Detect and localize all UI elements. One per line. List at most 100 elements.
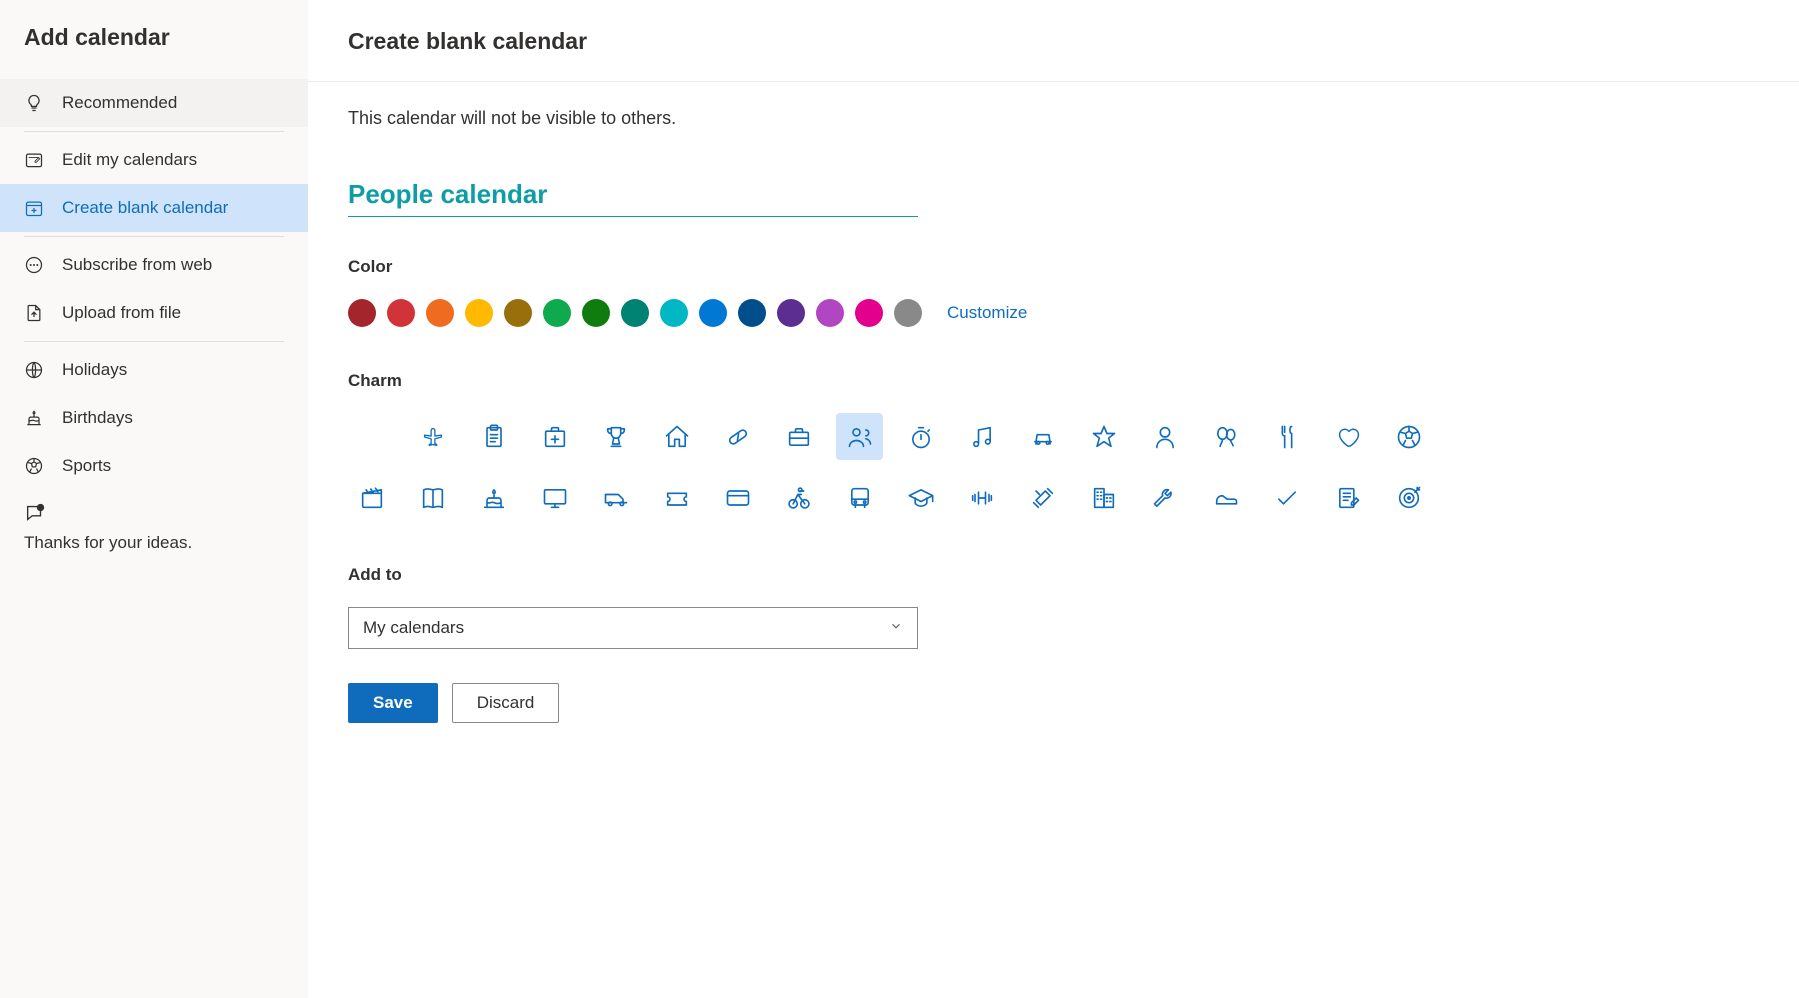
color-swatch[interactable]	[582, 299, 610, 327]
cake-icon	[24, 408, 44, 428]
sidebar-item-edit-calendars[interactable]: Edit my calendars	[0, 136, 308, 184]
sidebar-item-label: Sports	[62, 456, 111, 476]
sidebar-item-label: Subscribe from web	[62, 255, 212, 275]
feedback-label: Thanks for your ideas.	[24, 533, 284, 553]
sidebar-item-label: Edit my calendars	[62, 150, 197, 170]
charm-balloons[interactable]	[1202, 413, 1249, 460]
addto-select[interactable]: My calendars	[348, 607, 918, 649]
sidebar-divider	[24, 341, 284, 342]
charm-trophy[interactable]	[592, 413, 639, 460]
page-title: Create blank calendar	[348, 28, 1759, 55]
calendar-name-input[interactable]	[348, 175, 918, 217]
charm-grad[interactable]	[897, 474, 944, 521]
color-swatch[interactable]	[816, 299, 844, 327]
customize-link[interactable]: Customize	[947, 303, 1027, 323]
charm-shoe[interactable]	[1202, 474, 1249, 521]
sidebar-item-label: Create blank calendar	[62, 198, 228, 218]
discard-button[interactable]: Discard	[452, 683, 560, 723]
color-swatch[interactable]	[387, 299, 415, 327]
sidebar-item-sports[interactable]: Sports	[0, 442, 308, 490]
color-swatch[interactable]	[621, 299, 649, 327]
file-upload-icon	[24, 303, 44, 323]
charm-heart[interactable]	[1324, 413, 1371, 460]
charm-car[interactable]	[1019, 413, 1066, 460]
charm-ticket[interactable]	[653, 474, 700, 521]
charm-creditcard[interactable]	[714, 474, 761, 521]
sidebar-item-label: Holidays	[62, 360, 127, 380]
charm-wrench[interactable]	[1141, 474, 1188, 521]
color-swatch[interactable]	[504, 299, 532, 327]
sidebar: Add calendar Recommended Edit my calenda…	[0, 0, 308, 998]
charm-van[interactable]	[592, 474, 639, 521]
addto-value: My calendars	[363, 618, 464, 638]
color-swatch[interactable]	[660, 299, 688, 327]
sidebar-item-birthdays[interactable]: Birthdays	[0, 394, 308, 442]
charm-book[interactable]	[409, 474, 456, 521]
charm-tools[interactable]	[1019, 474, 1066, 521]
sidebar-item-label: Upload from file	[62, 303, 181, 323]
color-swatch[interactable]	[465, 299, 493, 327]
color-swatch[interactable]	[738, 299, 766, 327]
sidebar-item-holidays[interactable]: Holidays	[0, 346, 308, 394]
lightbulb-icon	[24, 93, 44, 113]
charm-soccer[interactable]	[1385, 413, 1432, 460]
main-body: This calendar will not be visible to oth…	[308, 82, 1799, 749]
color-label: Color	[348, 257, 1759, 277]
charm-music[interactable]	[958, 413, 1005, 460]
globe-icon	[24, 360, 44, 380]
charm-stopwatch[interactable]	[897, 413, 944, 460]
charm-fork[interactable]	[1263, 413, 1310, 460]
sidebar-divider	[24, 131, 284, 132]
color-swatch[interactable]	[777, 299, 805, 327]
charm-clipboard[interactable]	[470, 413, 517, 460]
charm-bike[interactable]	[775, 474, 822, 521]
sidebar-item-label: Birthdays	[62, 408, 133, 428]
charm-people[interactable]	[836, 413, 883, 460]
feedback-icon[interactable]: !	[24, 502, 46, 529]
color-swatch[interactable]	[348, 299, 376, 327]
visibility-note: This calendar will not be visible to oth…	[348, 108, 1759, 129]
color-swatch[interactable]	[426, 299, 454, 327]
charm-check[interactable]	[1263, 474, 1310, 521]
charm-airplane[interactable]	[409, 413, 456, 460]
color-swatch[interactable]	[855, 299, 883, 327]
color-swatch[interactable]	[543, 299, 571, 327]
sidebar-item-subscribe[interactable]: Subscribe from web	[0, 241, 308, 289]
main-header: Create blank calendar	[308, 0, 1799, 82]
button-row: Save Discard	[348, 683, 1759, 723]
addto-label: Add to	[348, 565, 1759, 585]
sidebar-item-recommended[interactable]: Recommended	[0, 79, 308, 127]
charm-none[interactable]	[348, 413, 395, 460]
sidebar-divider	[24, 236, 284, 237]
feedback-block: ! Thanks for your ideas.	[0, 490, 308, 553]
calendar-add-icon	[24, 198, 44, 218]
color-swatch[interactable]	[699, 299, 727, 327]
charm-building[interactable]	[1080, 474, 1127, 521]
charm-bus[interactable]	[836, 474, 883, 521]
save-button[interactable]: Save	[348, 683, 438, 723]
charm-label: Charm	[348, 371, 1759, 391]
more-circle-icon	[24, 255, 44, 275]
sidebar-item-upload[interactable]: Upload from file	[0, 289, 308, 337]
sidebar-title: Add calendar	[0, 24, 308, 79]
soccer-icon	[24, 456, 44, 476]
charm-briefcase[interactable]	[775, 413, 822, 460]
charm-dumbbell[interactable]	[958, 474, 1005, 521]
charm-monitor[interactable]	[531, 474, 578, 521]
calendar-edit-icon	[24, 150, 44, 170]
charm-star[interactable]	[1080, 413, 1127, 460]
sidebar-item-label: Recommended	[62, 93, 177, 113]
charm-clapperboard[interactable]	[348, 474, 395, 521]
sidebar-item-create-blank[interactable]: Create blank calendar	[0, 184, 308, 232]
charm-firstaid[interactable]	[531, 413, 578, 460]
charm-noteedit[interactable]	[1324, 474, 1371, 521]
charm-person[interactable]	[1141, 413, 1188, 460]
charm-target[interactable]	[1385, 474, 1432, 521]
main-panel: Create blank calendar This calendar will…	[308, 0, 1799, 998]
color-swatch[interactable]	[894, 299, 922, 327]
charm-grid	[348, 413, 1759, 521]
charm-home[interactable]	[653, 413, 700, 460]
charm-pill[interactable]	[714, 413, 761, 460]
chevron-down-icon	[889, 618, 903, 638]
charm-cake[interactable]	[470, 474, 517, 521]
